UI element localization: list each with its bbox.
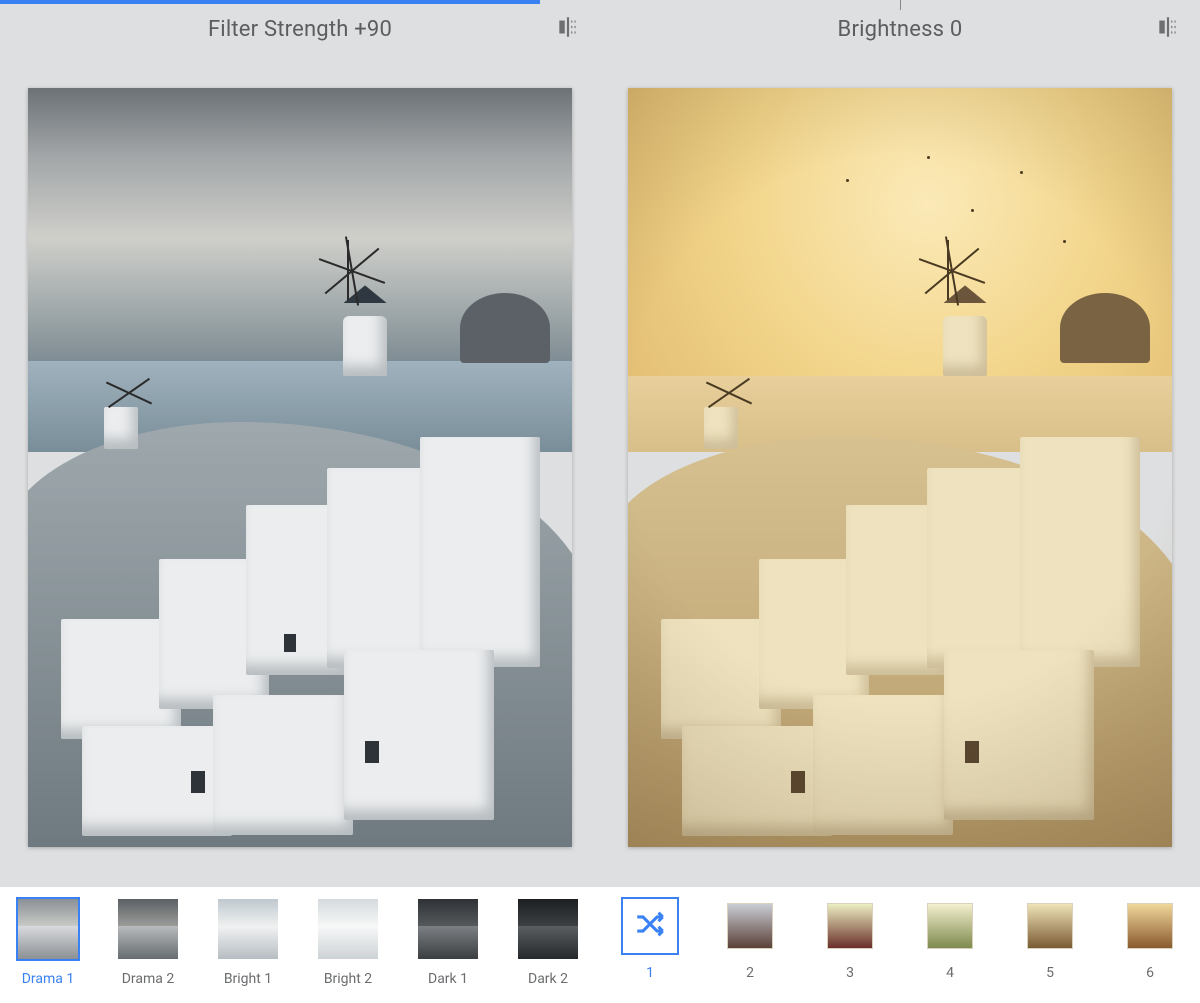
preset-label: 1 — [646, 965, 654, 981]
filter-bright-2[interactable]: Bright 2 — [308, 897, 388, 987]
preset-label: 4 — [946, 965, 954, 981]
filter-label: Dark 1 — [428, 971, 468, 987]
preset-4[interactable]: 4 — [914, 897, 986, 981]
header-bar: Brightness 0 — [600, 0, 1200, 58]
filter-strip[interactable]: Drama 1 Drama 2 Bright 1 Bright 2 Dark 1… — [0, 887, 600, 1003]
filter-dark-2[interactable]: Dark 2 — [508, 897, 588, 987]
preset-shuffle[interactable]: 1 — [614, 897, 686, 981]
compare-icon — [555, 14, 581, 44]
preset-2[interactable]: 2 — [714, 897, 786, 981]
edited-image[interactable] — [628, 88, 1172, 847]
preset-3[interactable]: 3 — [814, 897, 886, 981]
filter-label: Bright 2 — [324, 971, 372, 987]
preset-label: 6 — [1146, 965, 1154, 981]
filter-label: Dark 2 — [528, 971, 568, 987]
filter-bright-1[interactable]: Bright 1 — [208, 897, 288, 987]
image-canvas-wrap — [0, 58, 600, 887]
adjustment-label: Brightness 0 — [838, 17, 963, 42]
filter-label: Bright 1 — [224, 971, 272, 987]
preset-label: 3 — [846, 965, 854, 981]
compare-button[interactable] — [1148, 9, 1188, 49]
editor-pane-vintage: Brightness 0 — [600, 0, 1200, 1003]
preset-strip[interactable]: 1 2 3 4 5 6 — [600, 887, 1200, 1003]
preset-label: 5 — [1046, 965, 1054, 981]
filter-drama-1[interactable]: Drama 1 — [8, 897, 88, 987]
edited-image[interactable] — [28, 88, 572, 847]
editor-pane-drama: Filter Strength +90 — [0, 0, 600, 1003]
adjustment-label: Filter Strength +90 — [208, 17, 392, 42]
filter-drama-2[interactable]: Drama 2 — [108, 897, 188, 987]
filter-dark-1[interactable]: Dark 1 — [408, 897, 488, 987]
preset-label: 2 — [746, 965, 754, 981]
filter-label: Drama 2 — [122, 971, 175, 987]
compare-icon — [1155, 14, 1181, 44]
preset-5[interactable]: 5 — [1014, 897, 1086, 981]
image-canvas-wrap — [600, 58, 1200, 887]
preset-6[interactable]: 6 — [1114, 897, 1186, 981]
filter-label: Drama 1 — [22, 971, 75, 987]
compare-button[interactable] — [548, 9, 588, 49]
header-bar: Filter Strength +90 — [0, 0, 600, 58]
shuffle-icon — [633, 907, 667, 945]
